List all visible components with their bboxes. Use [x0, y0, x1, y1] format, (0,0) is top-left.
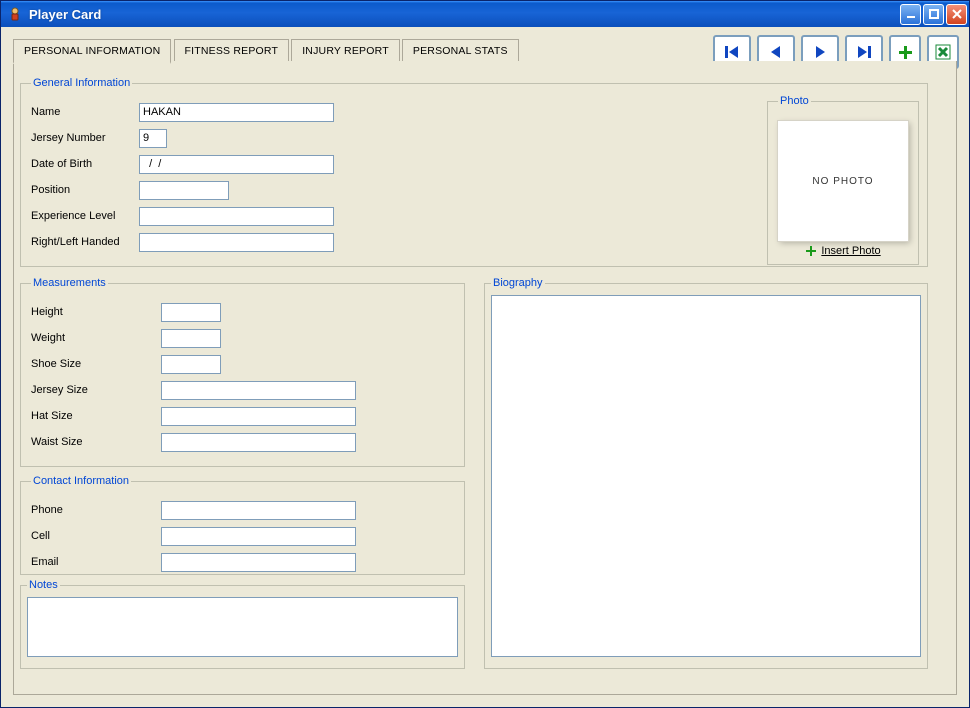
input-height[interactable]: [161, 303, 221, 322]
insert-photo-label: Insert Photo: [821, 245, 880, 257]
tab-personal-stats[interactable]: PERSONAL STATS: [402, 39, 519, 62]
tab-row: PERSONAL INFORMATION FITNESS REPORT INJU…: [13, 39, 957, 62]
tab-panel: General Information Name Jersey Number D…: [13, 61, 957, 695]
label-waist-size: Waist Size: [31, 436, 161, 448]
label-phone: Phone: [31, 504, 161, 516]
label-dob: Date of Birth: [31, 158, 139, 170]
label-handedness: Right/Left Handed: [31, 236, 139, 248]
legend-biography: Biography: [491, 277, 545, 289]
label-jersey-size: Jersey Size: [31, 384, 161, 396]
group-general-information: General Information Name Jersey Number D…: [20, 77, 928, 267]
label-jersey-number: Jersey Number: [31, 132, 139, 144]
input-cell[interactable]: [161, 527, 356, 546]
legend-measurements: Measurements: [31, 277, 108, 289]
input-dob[interactable]: [139, 155, 334, 174]
group-notes: Notes: [20, 579, 465, 669]
label-experience: Experience Level: [31, 210, 139, 222]
label-shoe-size: Shoe Size: [31, 358, 161, 370]
group-biography: Biography: [484, 277, 928, 669]
input-handedness[interactable]: [139, 233, 334, 252]
group-contact: Contact Information Phone Cell Email: [20, 475, 465, 575]
group-photo: Photo NO PHOTO Insert Photo: [767, 95, 919, 265]
textarea-notes[interactable]: [27, 597, 458, 657]
legend-notes: Notes: [27, 579, 60, 591]
label-position: Position: [31, 184, 139, 196]
close-button[interactable]: [946, 4, 967, 25]
plus-icon: [805, 245, 817, 257]
label-hat-size: Hat Size: [31, 410, 161, 422]
input-name[interactable]: [139, 103, 334, 122]
group-measurements: Measurements Height Weight Shoe Size Jer…: [20, 277, 465, 467]
input-jersey-size[interactable]: [161, 381, 356, 400]
input-position[interactable]: [139, 181, 229, 200]
input-jersey-number[interactable]: [139, 129, 167, 148]
textarea-biography[interactable]: [491, 295, 921, 657]
maximize-button[interactable]: [923, 4, 944, 25]
input-phone[interactable]: [161, 501, 356, 520]
legend-contact: Contact Information: [31, 475, 131, 487]
label-name: Name: [31, 106, 139, 118]
legend-photo: Photo: [778, 95, 811, 107]
window-controls: [900, 4, 967, 25]
label-cell: Cell: [31, 530, 161, 542]
input-hat-size[interactable]: [161, 407, 356, 426]
label-email: Email: [31, 556, 161, 568]
photo-placeholder-text: NO PHOTO: [812, 176, 873, 187]
client-area: PERSONAL INFORMATION FITNESS REPORT INJU…: [1, 27, 969, 707]
input-email[interactable]: [161, 553, 356, 572]
input-waist-size[interactable]: [161, 433, 356, 452]
legend-general-info: General Information: [31, 77, 132, 89]
tab-injury-report[interactable]: INJURY REPORT: [291, 39, 400, 62]
label-height: Height: [31, 306, 161, 318]
input-shoe-size[interactable]: [161, 355, 221, 374]
titlebar: Player Card: [1, 1, 969, 27]
tab-personal-information[interactable]: PERSONAL INFORMATION: [13, 39, 171, 64]
input-weight[interactable]: [161, 329, 221, 348]
app-icon: [7, 6, 23, 22]
minimize-button[interactable]: [900, 4, 921, 25]
tab-fitness-report[interactable]: FITNESS REPORT: [174, 39, 290, 62]
label-weight: Weight: [31, 332, 161, 344]
photo-placeholder: NO PHOTO: [778, 121, 908, 241]
input-experience[interactable]: [139, 207, 334, 226]
window-title: Player Card: [29, 7, 900, 22]
window: Player Card: [0, 0, 970, 708]
insert-photo-link[interactable]: Insert Photo: [778, 245, 908, 257]
